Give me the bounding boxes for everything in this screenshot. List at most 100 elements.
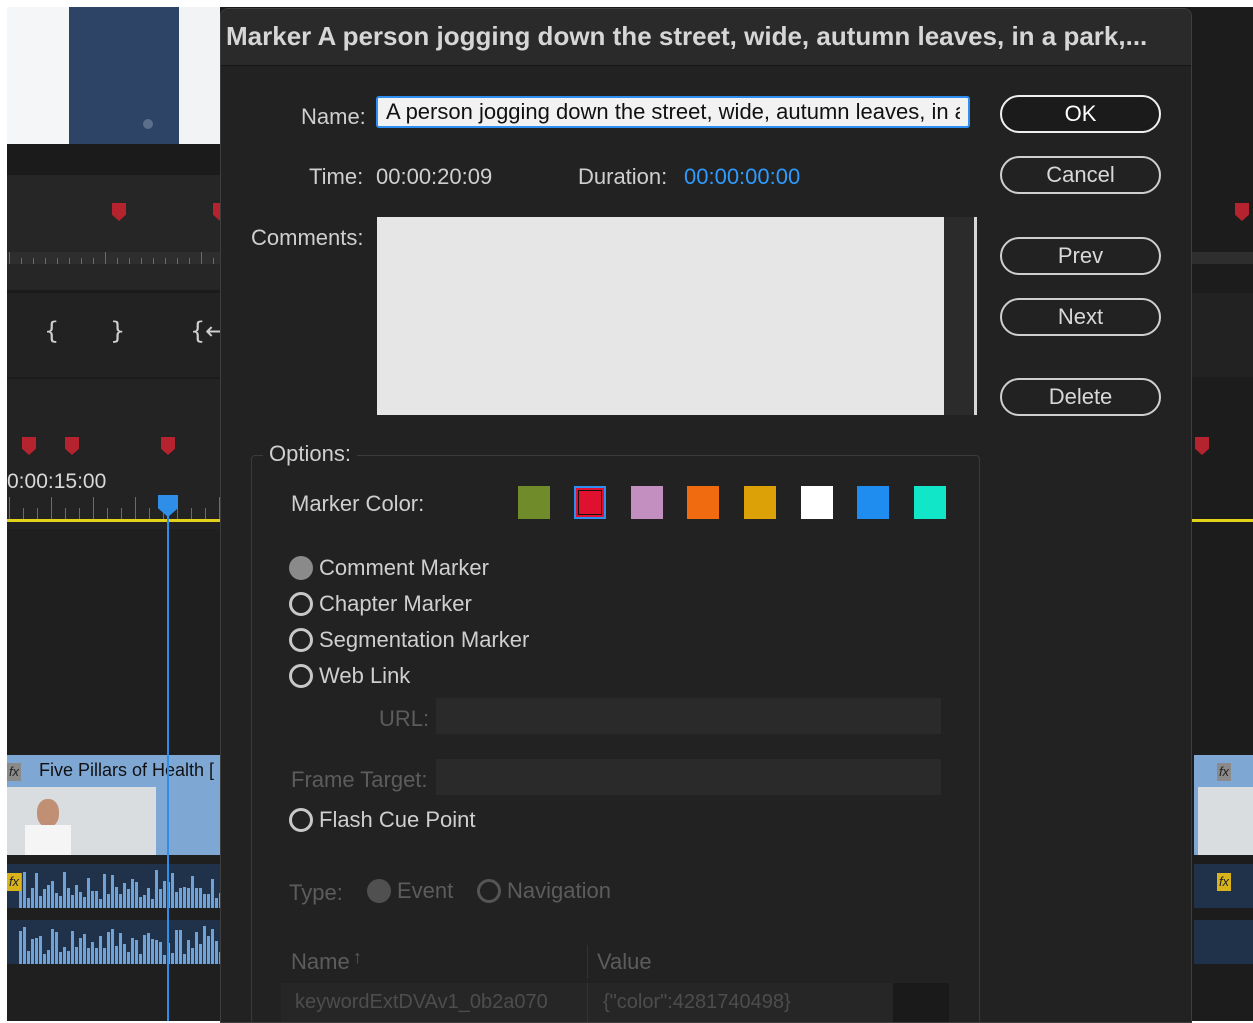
comments-label: Comments: [251, 225, 364, 250]
waveform-bar [103, 873, 106, 908]
waveform-bar [59, 896, 62, 908]
comments-border [974, 217, 977, 415]
waveform-bar [199, 888, 202, 908]
ok-button[interactable]: OK [1000, 95, 1161, 133]
marker-type-radio[interactable]: Comment Marker [289, 555, 489, 581]
mark-in-icon[interactable]: { [44, 317, 59, 345]
audio-clip[interactable] [7, 920, 220, 964]
waveform-bar [87, 878, 90, 908]
waveform-bar [203, 893, 206, 908]
marker-color-swatch[interactable] [631, 486, 663, 519]
waveform-bar [191, 948, 194, 964]
marker-color-swatch[interactable] [574, 486, 606, 519]
work-area-bar[interactable] [7, 519, 220, 522]
time-value: 00:00:20:09 [376, 164, 493, 189]
waveform-bar [143, 894, 146, 908]
waveform-bar [147, 933, 150, 964]
marker-color-swatch[interactable] [518, 486, 550, 519]
waveform-bar [35, 937, 38, 964]
fx-badge: fx [1217, 873, 1231, 891]
cancel-button[interactable]: Cancel [1000, 156, 1161, 194]
type-event-label: Event [397, 878, 454, 903]
value-column-header[interactable]: Value [597, 949, 652, 975]
table-cell-name: keywordExtDVAv1_0b2a070 [295, 991, 548, 1013]
fx-badge: fx [1217, 763, 1231, 781]
ruler-tick [23, 508, 24, 519]
waveform-bar [139, 953, 142, 964]
waveform-bar [179, 888, 182, 908]
duration-value[interactable]: 00:00:00:00 [684, 164, 800, 190]
waveform-bar [159, 941, 162, 964]
waveform-bar [123, 883, 126, 908]
ruler-tick [129, 258, 130, 264]
waveform-bar [67, 888, 70, 908]
comments-field[interactable] [377, 217, 944, 415]
waveform-bar [103, 948, 106, 964]
mark-out-icon[interactable]: } [110, 317, 125, 345]
waveform-bar [179, 929, 182, 964]
waveform-bar [79, 938, 82, 964]
waveform-bar [191, 876, 194, 908]
waveform-bar [87, 947, 90, 964]
flash-cue-point-radio[interactable]: Flash Cue Point [289, 807, 476, 833]
audio-clip[interactable] [7, 864, 220, 908]
marker-icon[interactable] [1235, 203, 1249, 221]
ruler-tick [65, 508, 66, 519]
ruler-tick [79, 508, 80, 519]
column-divider [587, 945, 588, 979]
waveform-bar [159, 889, 162, 908]
ruler-tick [93, 497, 94, 519]
waveform-bar [187, 940, 190, 964]
dialog-titlebar[interactable]: Marker A person jogging down the street,… [221, 9, 1191, 66]
waveform-bar [19, 930, 22, 964]
ruler-tick [201, 252, 202, 264]
time-label: Time: [309, 164, 364, 189]
name-field[interactable] [376, 96, 970, 128]
marker-color-swatch[interactable] [744, 486, 776, 519]
radio-icon [289, 628, 313, 652]
marker-type-label: Web Link [319, 663, 411, 688]
ruler-tick [81, 258, 82, 264]
ruler-tick [37, 508, 38, 519]
marker-type-radio[interactable]: Chapter Marker [289, 591, 472, 617]
next-button[interactable]: Next [1000, 298, 1161, 336]
waveform-bar [27, 897, 30, 908]
duration-label: Duration: [578, 164, 668, 189]
waveform-bar [107, 932, 110, 964]
url-field [436, 698, 941, 734]
marker-color-swatch[interactable] [801, 486, 833, 519]
prev-button[interactable]: Prev [1000, 237, 1161, 275]
waveform-bar [127, 951, 130, 964]
table-row[interactable]: keywordExtDVAv1_0b2a070 {"color":4281740… [281, 983, 949, 1022]
waveform-bar [155, 870, 158, 908]
waveform-bar [211, 879, 214, 908]
waveform-bar [99, 899, 102, 908]
waveform-bar [135, 940, 138, 964]
ruler-tick [213, 258, 214, 264]
marker-color-swatch[interactable] [857, 486, 889, 519]
waveform-bar [67, 950, 70, 964]
marker-dialog: Marker A person jogging down the street,… [220, 8, 1192, 1023]
radio-icon [289, 808, 313, 832]
ruler-tick [189, 258, 190, 264]
waveform-bar [171, 872, 174, 908]
radio-icon [289, 556, 313, 580]
delete-button[interactable]: Delete [1000, 378, 1161, 416]
marker-type-radio[interactable]: Web Link [289, 663, 410, 689]
type-label: Type: [289, 880, 343, 905]
waveform-bar [47, 950, 50, 964]
marker-color-swatch[interactable] [914, 486, 946, 519]
playhead-line[interactable] [167, 495, 169, 1021]
radio-icon [289, 664, 313, 688]
waveform-bar [151, 898, 154, 908]
waveform-bar [55, 893, 58, 908]
marker-color-swatch[interactable] [687, 486, 719, 519]
timeline-marker-icon[interactable] [1195, 437, 1209, 455]
name-column-header[interactable]: Name [291, 949, 350, 975]
marker-type-radio[interactable]: Segmentation Marker [289, 627, 529, 653]
waveform-bar [115, 887, 118, 908]
url-label: URL: [379, 706, 430, 731]
comments-scrollbar[interactable] [944, 217, 974, 415]
waveform-bar [123, 944, 126, 964]
ruler-tick [93, 258, 94, 264]
